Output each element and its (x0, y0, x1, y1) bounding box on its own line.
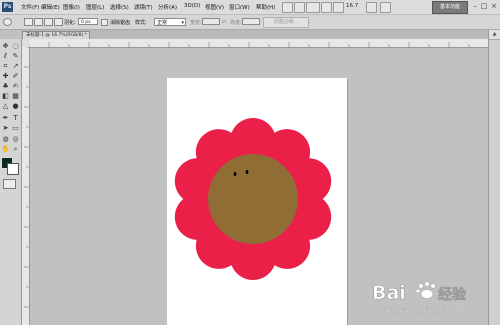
width-input[interactable] (202, 18, 220, 25)
watermark-brand-tail: 经验 (438, 286, 467, 303)
baidu-watermark: Bai 经验 jingyan.baidu.com (372, 277, 492, 317)
width-label: 宽度: (190, 20, 202, 26)
paw-icon (415, 281, 436, 299)
arrange-documents-icon[interactable] (366, 2, 377, 13)
watermark-url: jingyan.baidu.com (383, 306, 458, 315)
style-label: 样式: (135, 20, 147, 26)
document-tab[interactable]: 未标题-1 @ 16.7%(RGB/8) * (22, 31, 90, 39)
zoom-tool-icon[interactable] (333, 2, 344, 13)
gradient-tool-icon[interactable]: ▦ (11, 92, 20, 101)
style-select[interactable]: 正常 ▾ (154, 18, 186, 26)
menu-filter[interactable]: 滤镜(T) (134, 3, 153, 11)
menu-edit[interactable]: 编辑(E) (41, 3, 60, 11)
style-select-value: 正常 (157, 20, 168, 26)
3d-rotate-icon[interactable]: ◍ (1, 135, 10, 144)
intersect-selection-icon[interactable] (54, 18, 63, 26)
left-eye (233, 172, 237, 176)
menu-file[interactable]: 文件(F) (21, 3, 39, 11)
scroll-up-icon[interactable]: ▲ (489, 30, 500, 40)
quick-mask-icon[interactable] (3, 179, 16, 189)
zoom-level[interactable]: 16.7 (346, 3, 358, 9)
eraser-tool-icon[interactable]: ◧ (1, 92, 10, 101)
menu-layer[interactable]: 图层(L) (86, 3, 104, 11)
menu-select[interactable]: 选择(S) (110, 3, 129, 11)
antialias-label: 消除锯齿 (110, 20, 131, 26)
menu-3d[interactable]: 3D(D) (184, 3, 200, 9)
move-tool-icon[interactable]: ✥ (1, 42, 10, 51)
height-input[interactable] (242, 18, 260, 25)
hand-tool-icon[interactable]: ✋ (1, 145, 10, 154)
close-icon[interactable]: × (490, 2, 498, 10)
3d-orbit-icon[interactable]: ◎ (11, 135, 20, 144)
add-selection-icon[interactable] (34, 18, 43, 26)
flower-artwork (174, 118, 332, 280)
screen-mode-icon[interactable] (380, 2, 391, 13)
photoshop-logo: Ps (2, 2, 13, 12)
crop-tool-icon[interactable]: ⌗ (1, 62, 10, 71)
clone-stamp-icon[interactable]: ♣ (1, 82, 10, 91)
menu-help[interactable]: 帮助(H) (256, 3, 275, 11)
background-color-swatch[interactable] (7, 163, 19, 175)
type-tool-icon[interactable]: T (11, 114, 20, 123)
menu-bar: Ps 文件(F) 编辑(E) 图像(I) 图层(L) 选择(S) 滤镜(T) 分… (0, 0, 500, 15)
minimize-icon[interactable]: – (471, 2, 479, 10)
right-eye (245, 170, 249, 174)
brush-tool-icon[interactable]: ✐ (11, 72, 20, 81)
menu-analysis[interactable]: 分析(A) (158, 3, 177, 11)
minibridge-icon[interactable] (294, 2, 305, 13)
dodge-tool-icon[interactable]: ● (11, 102, 20, 111)
menu-window[interactable]: 窗口(W) (229, 3, 250, 11)
shape-tool-icon[interactable]: ▭ (11, 124, 20, 133)
menu-image[interactable]: 图像(I) (63, 3, 80, 11)
document-canvas[interactable] (167, 78, 347, 325)
healing-brush-icon[interactable]: ✚ (1, 72, 10, 81)
tools-panel: ✥ ◌ ℓ ✎ ⌗ ↗ ✚ ✐ ♣ ✍ ◧ ▦ △ ● ✒ T ➤ ▭ ◍ ◎ … (0, 39, 22, 325)
workspace-button[interactable]: 基本功能 (432, 1, 468, 14)
antialias-checkbox[interactable] (101, 19, 108, 26)
zoom-tool-panel-icon[interactable]: ⌕ (11, 145, 20, 154)
refine-edge-button[interactable]: 调整边缘... (263, 17, 309, 28)
path-select-icon[interactable]: ➤ (1, 124, 10, 133)
lasso-tool-icon[interactable]: ℓ (1, 52, 10, 61)
restore-icon[interactable]: □ (480, 2, 488, 10)
marquee-tool-icon[interactable]: ◌ (11, 42, 20, 51)
menu-view[interactable]: 视图(V) (205, 3, 224, 11)
subtract-selection-icon[interactable] (44, 18, 53, 26)
flower-center (208, 154, 298, 244)
vertical-ruler[interactable] (22, 47, 30, 325)
swap-icon[interactable]: ⇄ (222, 19, 226, 25)
new-selection-icon[interactable] (24, 18, 33, 26)
horizontal-ruler[interactable] (29, 39, 488, 48)
watermark-brand: Bai (372, 282, 406, 304)
feather-input[interactable]: 0 px (78, 18, 98, 25)
quick-select-tool-icon[interactable]: ✎ (11, 52, 20, 61)
height-label: 高度: (230, 20, 242, 26)
history-brush-icon[interactable]: ✍ (11, 82, 20, 91)
feather-label: 羽化: (64, 20, 76, 26)
bridge-icon[interactable] (282, 2, 293, 13)
elliptical-marquee-icon[interactable] (3, 18, 12, 26)
pen-tool-icon[interactable]: ✒ (1, 114, 10, 123)
chevron-down-icon: ▾ (181, 20, 184, 26)
hand-icon[interactable] (321, 2, 332, 13)
extras-icon[interactable] (306, 2, 320, 13)
options-bar: 羽化: 0 px 消除锯齿 样式: 正常 ▾ 宽度: ⇄ 高度: 调整边缘... (0, 15, 500, 30)
blur-tool-icon[interactable]: △ (1, 102, 10, 111)
eyedropper-tool-icon[interactable]: ↗ (11, 62, 20, 71)
